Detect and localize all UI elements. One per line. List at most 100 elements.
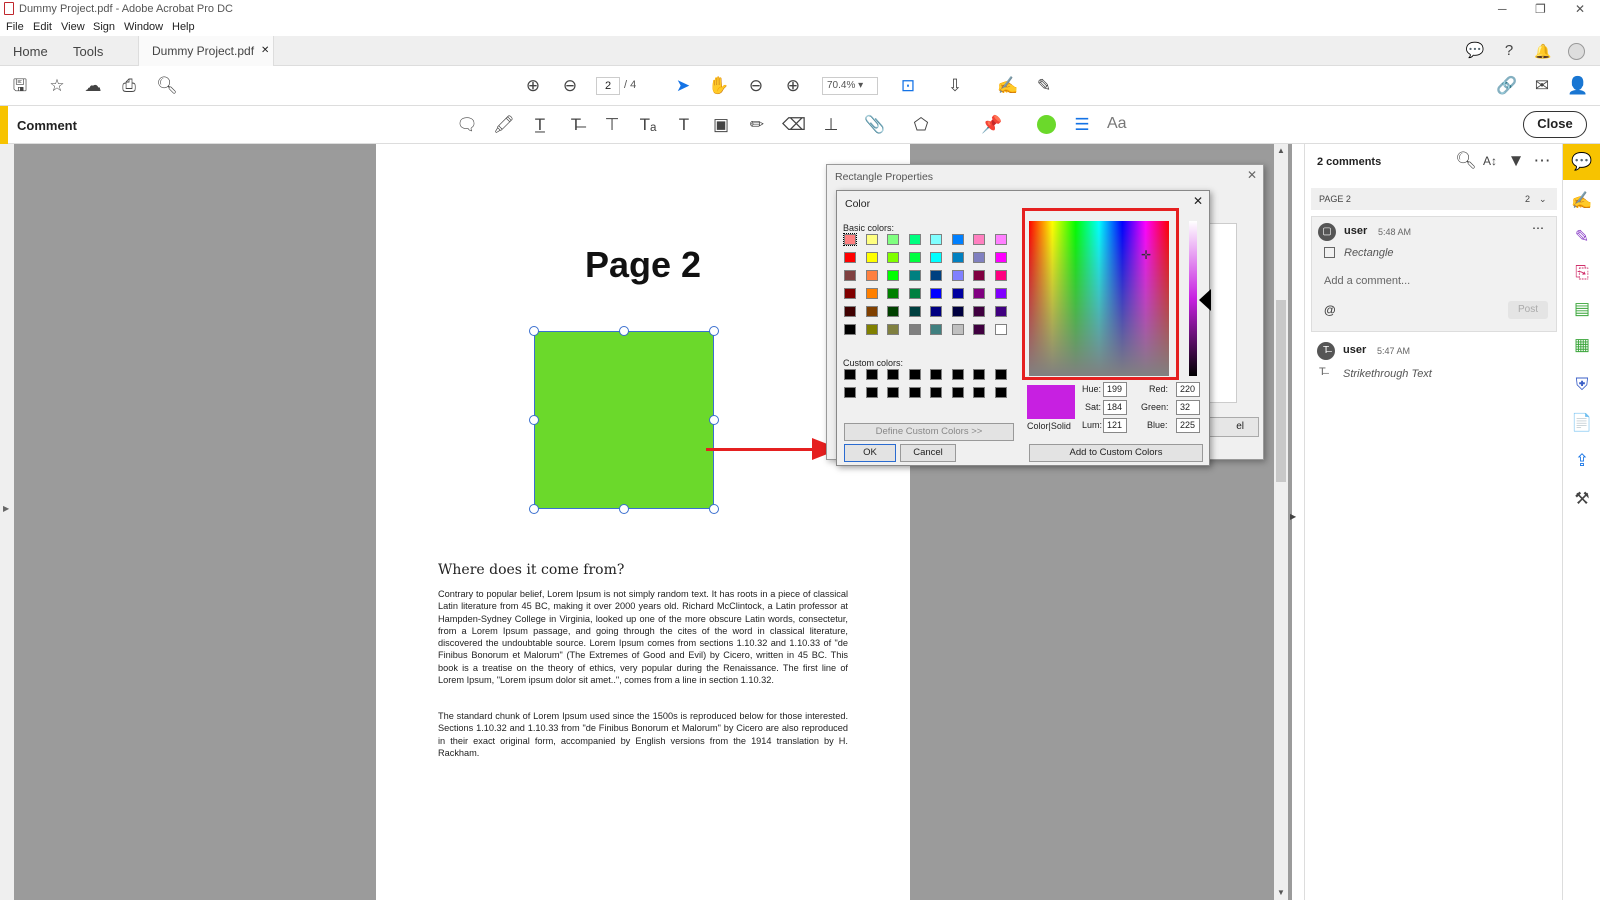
- basic-color-swatch[interactable]: [865, 324, 878, 335]
- scroll-up-icon[interactable]: ▲: [1277, 146, 1285, 155]
- add-user-icon[interactable]: 👤: [1567, 75, 1589, 97]
- page-group-header[interactable]: PAGE 2 2 ⌄: [1311, 188, 1557, 210]
- expand-left-icon[interactable]: ▶: [3, 504, 9, 513]
- basic-color-swatch[interactable]: [951, 288, 964, 299]
- custom-color-swatch[interactable]: [951, 369, 964, 380]
- hue-field[interactable]: 199: [1103, 382, 1127, 397]
- comment-card[interactable]: ▢ user 5:48 AM ⋯ Rectangle Add a comment…: [1311, 216, 1557, 332]
- resize-handle-left[interactable]: [529, 415, 539, 425]
- basic-color-swatch[interactable]: [887, 270, 899, 281]
- rectangle-properties-close-icon[interactable]: ✕: [1247, 168, 1257, 182]
- basic-color-swatch[interactable]: [930, 234, 942, 245]
- resize-handle-top[interactable]: [619, 326, 629, 336]
- basic-color-swatch[interactable]: [930, 252, 942, 263]
- tab-home[interactable]: Home: [13, 44, 48, 59]
- hand-tool-icon[interactable]: ✋: [708, 75, 730, 97]
- basic-color-swatch[interactable]: [930, 288, 942, 299]
- bookmark-star-icon[interactable]: ☆: [46, 75, 68, 97]
- ok-button[interactable]: OK: [844, 444, 896, 462]
- basic-color-swatch[interactable]: [973, 288, 985, 299]
- tab-document[interactable]: Dummy Project.pdf ✕: [138, 36, 274, 66]
- help-icon[interactable]: ?: [1498, 40, 1520, 62]
- basic-color-swatch[interactable]: [930, 270, 942, 281]
- restore-icon[interactable]: ❐: [1535, 2, 1546, 16]
- basic-color-swatch[interactable]: [865, 288, 878, 299]
- basic-color-swatch[interactable]: [887, 252, 899, 263]
- next-page-icon[interactable]: ⊖: [559, 75, 581, 97]
- collapse-right-panel-icon[interactable]: ▶: [1290, 512, 1296, 521]
- custom-color-swatch[interactable]: [994, 369, 1007, 380]
- basic-color-swatch[interactable]: [865, 252, 878, 263]
- comment-checkbox[interactable]: [1324, 247, 1335, 258]
- custom-color-swatch[interactable]: [887, 387, 899, 398]
- scan-ocr-icon[interactable]: ▦: [1571, 334, 1593, 356]
- menu-help[interactable]: Help: [172, 21, 195, 33]
- notifications-bell-icon[interactable]: 🔔: [1532, 40, 1554, 62]
- menu-sign[interactable]: Sign: [93, 21, 115, 33]
- post-button[interactable]: Post: [1508, 301, 1548, 319]
- basic-color-swatch[interactable]: [908, 234, 921, 245]
- blue-field[interactable]: 225: [1176, 418, 1200, 433]
- luminance-slider[interactable]: [1189, 221, 1197, 376]
- custom-color-swatch[interactable]: [930, 387, 942, 398]
- chat-icon[interactable]: 💬: [1464, 40, 1486, 62]
- scroll-mode-icon[interactable]: ⇩: [944, 75, 966, 97]
- print-icon[interactable]: ⎙: [118, 75, 140, 97]
- fill-sign-icon[interactable]: ✍: [1571, 190, 1593, 212]
- replace-text-icon[interactable]: ⊤: [601, 114, 623, 136]
- edit-pdf-icon[interactable]: ✎: [1571, 226, 1593, 248]
- custom-color-swatch[interactable]: [844, 369, 856, 380]
- basic-color-swatch[interactable]: [865, 306, 878, 317]
- basic-color-swatch[interactable]: [951, 252, 964, 263]
- basic-color-swatch[interactable]: [908, 270, 921, 281]
- lum-field[interactable]: 121: [1103, 418, 1127, 433]
- minimize-icon[interactable]: ─: [1498, 2, 1507, 16]
- text-box-icon[interactable]: ▣: [710, 114, 732, 136]
- custom-color-swatch[interactable]: [930, 369, 942, 380]
- basic-color-swatch[interactable]: [994, 288, 1007, 299]
- menu-edit[interactable]: Edit: [33, 21, 52, 33]
- custom-color-swatch[interactable]: [865, 369, 878, 380]
- attach-file-icon[interactable]: 📎: [864, 114, 886, 136]
- more-tools-icon[interactable]: ⚒: [1571, 488, 1593, 510]
- select-cursor-icon[interactable]: ➤: [672, 75, 694, 97]
- custom-color-swatch[interactable]: [865, 387, 878, 398]
- scrollbar-thumb[interactable]: [1276, 300, 1286, 482]
- basic-color-swatch[interactable]: [973, 234, 985, 245]
- stamp-icon[interactable]: ⊥: [820, 114, 842, 136]
- comment-more-icon[interactable]: ⋯: [1532, 221, 1544, 235]
- highlight-icon[interactable]: 🖍: [493, 114, 515, 136]
- resize-handle-top-right[interactable]: [709, 326, 719, 336]
- find-zoom-icon[interactable]: 🔍︎: [156, 75, 178, 97]
- menu-view[interactable]: View: [61, 21, 85, 33]
- custom-color-swatch[interactable]: [908, 387, 921, 398]
- save-icon[interactable]: 🖫: [9, 75, 31, 97]
- basic-color-swatch[interactable]: [930, 306, 942, 317]
- share-link-icon[interactable]: 🔗: [1496, 75, 1518, 97]
- filter-icon[interactable]: ▼: [1505, 150, 1527, 172]
- basic-color-swatch[interactable]: [951, 324, 964, 335]
- organize-pages-icon[interactable]: ▤: [1571, 298, 1593, 320]
- green-field[interactable]: 32: [1176, 400, 1200, 415]
- basic-color-swatch[interactable]: [843, 233, 857, 246]
- sign-pen-icon[interactable]: ✍: [997, 75, 1019, 97]
- resize-handle-right[interactable]: [709, 415, 719, 425]
- protect-shield-icon[interactable]: ⛨: [1571, 374, 1593, 396]
- define-custom-colors-button[interactable]: Define Custom Colors >>: [844, 423, 1014, 441]
- pencil-draw-icon[interactable]: ✏: [746, 114, 768, 136]
- custom-color-swatch[interactable]: [973, 387, 985, 398]
- sat-field[interactable]: 184: [1103, 400, 1127, 415]
- basic-color-swatch[interactable]: [844, 306, 856, 317]
- cloud-upload-icon[interactable]: ☁: [82, 75, 104, 97]
- user-avatar[interactable]: [1568, 43, 1585, 60]
- basic-color-swatch[interactable]: [930, 324, 942, 335]
- sort-icon[interactable]: A↕: [1479, 150, 1501, 172]
- basic-color-swatch[interactable]: [887, 288, 899, 299]
- custom-color-swatch[interactable]: [844, 387, 856, 398]
- scroll-down-icon[interactable]: ▼: [1277, 888, 1285, 897]
- tab-tools[interactable]: Tools: [73, 44, 103, 59]
- zoom-in-icon[interactable]: ⊕: [782, 75, 804, 97]
- shapes-tool-icon[interactable]: ⬠: [910, 114, 932, 136]
- previous-page-icon[interactable]: ⊕: [522, 75, 544, 97]
- comment-tool-active[interactable]: 💬: [1563, 144, 1600, 180]
